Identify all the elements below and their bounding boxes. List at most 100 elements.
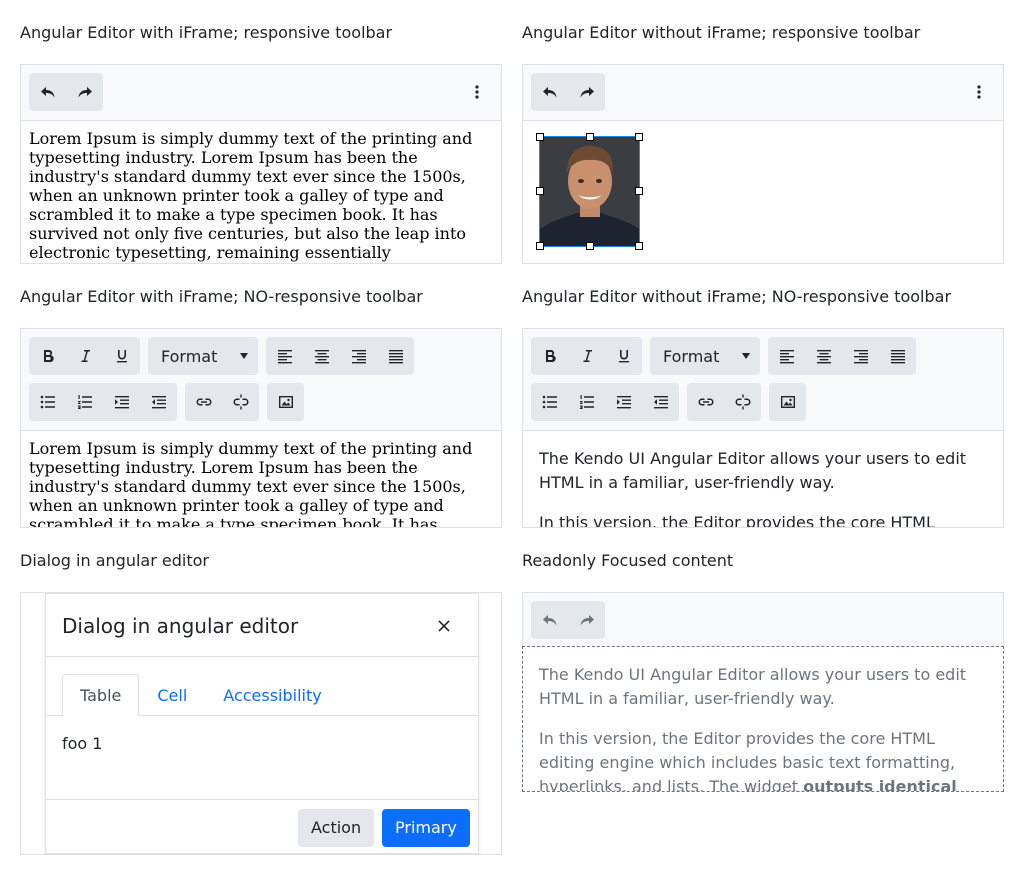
link-group xyxy=(687,383,761,421)
list-group xyxy=(29,383,177,421)
editor-content[interactable]: Lorem Ipsum is simply dummy text of the … xyxy=(21,121,501,263)
align-center-button[interactable] xyxy=(303,337,340,375)
italic-button[interactable] xyxy=(568,337,605,375)
numbered-list-icon xyxy=(77,394,93,410)
panel-title-dialog: Dialog in angular editor xyxy=(20,551,209,570)
align-left-button[interactable] xyxy=(266,337,303,375)
caret-down-icon xyxy=(742,353,750,359)
link-icon xyxy=(196,394,212,410)
format-dropdown[interactable]: Format xyxy=(148,337,258,375)
indent-button[interactable] xyxy=(103,383,140,421)
undo-icon xyxy=(542,84,558,100)
image-icon xyxy=(278,394,294,410)
redo-icon xyxy=(77,84,93,100)
underline-button[interactable] xyxy=(605,337,642,375)
redo-button[interactable] xyxy=(568,601,605,639)
selected-image[interactable] xyxy=(539,136,640,247)
resize-handle-w[interactable] xyxy=(536,187,544,195)
indent-icon xyxy=(114,394,130,410)
more-tools-button[interactable] xyxy=(969,82,989,102)
editor-content[interactable]: The Kendo UI Angular Editor allows your … xyxy=(523,431,1003,527)
numbered-list-button[interactable] xyxy=(568,383,605,421)
editor-no-iframe-no-responsive: Format The Kendo UI Angular Editor allow… xyxy=(522,328,1004,528)
align-justify-icon xyxy=(388,348,404,364)
editor-toolbar xyxy=(21,65,501,121)
numbered-list-button[interactable] xyxy=(66,383,103,421)
bold-button[interactable] xyxy=(531,337,568,375)
more-tools-button[interactable] xyxy=(467,82,487,102)
redo-icon xyxy=(579,84,595,100)
resize-handle-e[interactable] xyxy=(635,187,643,195)
unlink-button[interactable] xyxy=(222,383,259,421)
align-left-button[interactable] xyxy=(768,337,805,375)
image-group xyxy=(769,383,806,421)
align-right-button[interactable] xyxy=(842,337,879,375)
underline-icon xyxy=(616,348,632,364)
tab-table[interactable]: Table xyxy=(62,674,140,716)
dialog-close-button[interactable] xyxy=(436,618,452,634)
resize-handle-nw[interactable] xyxy=(536,133,544,141)
resize-handle-sw[interactable] xyxy=(536,242,544,250)
bold-icon xyxy=(40,348,56,364)
dialog-header-divider xyxy=(46,656,478,657)
insert-image-button[interactable] xyxy=(267,383,304,421)
link-button[interactable] xyxy=(687,383,724,421)
resize-handle-se[interactable] xyxy=(635,242,643,250)
readonly-toolbar xyxy=(522,592,1004,647)
redo-button[interactable] xyxy=(568,73,605,111)
action-button[interactable]: Action xyxy=(298,809,375,847)
history-group xyxy=(29,73,103,111)
link-icon xyxy=(698,394,714,410)
align-justify-button[interactable] xyxy=(377,337,414,375)
editor-content[interactable]: Lorem Ipsum is simply dummy text of the … xyxy=(21,431,501,527)
align-center-button[interactable] xyxy=(805,337,842,375)
tab-cell[interactable]: Cell xyxy=(139,674,205,716)
readonly-content[interactable]: The Kendo UI Angular Editor allows your … xyxy=(522,646,1004,792)
bullet-list-icon xyxy=(40,394,56,410)
link-button[interactable] xyxy=(185,383,222,421)
readonly-paragraph-1: The Kendo UI Angular Editor allows your … xyxy=(539,665,967,708)
bullet-list-button[interactable] xyxy=(29,383,66,421)
resize-handle-s[interactable] xyxy=(586,242,594,250)
bullet-list-button[interactable] xyxy=(531,383,568,421)
indent-button[interactable] xyxy=(605,383,642,421)
primary-button[interactable]: Primary xyxy=(382,809,470,847)
editor-iframe-no-responsive: Format Lorem Ipsum is simply dummy text … xyxy=(20,328,502,528)
more-vertical-icon xyxy=(971,84,987,100)
align-right-button[interactable] xyxy=(340,337,377,375)
unlink-button[interactable] xyxy=(724,383,761,421)
insert-image-button[interactable] xyxy=(769,383,806,421)
resize-handle-ne[interactable] xyxy=(635,133,643,141)
redo-button[interactable] xyxy=(66,73,103,111)
align-center-icon xyxy=(816,348,832,364)
more-vertical-icon xyxy=(469,84,485,100)
outdent-button[interactable] xyxy=(140,383,177,421)
tab-accessibility[interactable]: Accessibility xyxy=(205,674,339,716)
bold-button[interactable] xyxy=(29,337,66,375)
italic-button[interactable] xyxy=(66,337,103,375)
dialog-body-text: foo 1 xyxy=(62,734,103,753)
panel-title-no-iframe-responsive: Angular Editor without iFrame; responsiv… xyxy=(522,23,921,42)
outdent-icon xyxy=(151,394,167,410)
portrait-photo xyxy=(540,137,639,246)
text-style-group xyxy=(531,337,642,375)
align-justify-button[interactable] xyxy=(879,337,916,375)
align-right-icon xyxy=(351,348,367,364)
undo-icon xyxy=(542,612,558,628)
resize-handle-n[interactable] xyxy=(586,133,594,141)
undo-button[interactable] xyxy=(531,601,568,639)
align-center-icon xyxy=(314,348,330,364)
undo-button[interactable] xyxy=(531,73,568,111)
format-dropdown[interactable]: Format xyxy=(650,337,760,375)
underline-button[interactable] xyxy=(103,337,140,375)
editor-content[interactable] xyxy=(523,121,1003,263)
outdent-button[interactable] xyxy=(642,383,679,421)
caret-down-icon xyxy=(240,353,248,359)
editor-text: Lorem Ipsum is simply dummy text of the … xyxy=(29,129,473,262)
alignment-group xyxy=(266,337,414,375)
editor-toolbar: Format xyxy=(523,329,1003,431)
text-style-group xyxy=(29,337,140,375)
undo-button[interactable] xyxy=(29,73,66,111)
editor-toolbar xyxy=(523,65,1003,121)
panel-title-readonly: Readonly Focused content xyxy=(522,551,734,570)
